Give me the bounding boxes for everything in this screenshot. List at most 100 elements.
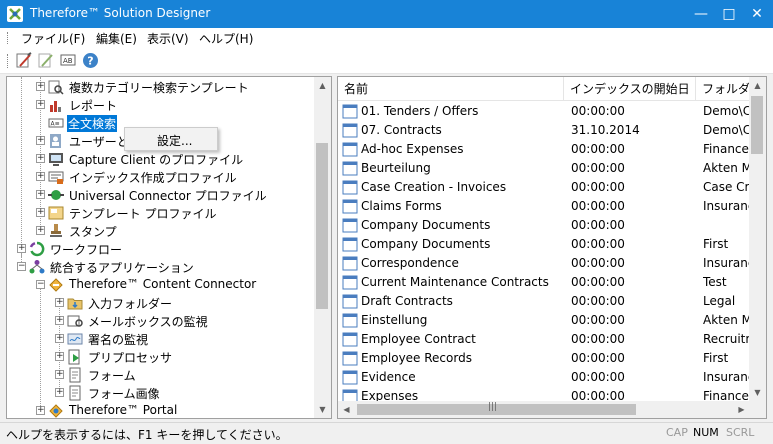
tree-item[interactable]: + 複数カテゴリー検索テンプレート	[7, 78, 317, 96]
collapse-toggle[interactable]: −	[36, 280, 45, 289]
tree-item[interactable]: + 入力フォルダー	[7, 294, 317, 312]
scroll-right-arrow-icon[interactable]: ▶	[733, 401, 750, 418]
tree-item[interactable]: + Therefore™ Portal	[7, 402, 317, 418]
tree-item[interactable]: − Therefore™ Content Connector	[7, 276, 317, 294]
scroll-up-arrow-icon[interactable]: ▲	[749, 77, 766, 94]
table-row[interactable]: Evidence 00:00:00 Insurance	[338, 368, 750, 387]
expand-toggle[interactable]: +	[55, 316, 64, 325]
expand-toggle[interactable]: +	[36, 208, 45, 217]
tree-item[interactable]: + フォーム画像	[7, 384, 317, 402]
table-row[interactable]: Company Documents 00:00:00	[338, 216, 750, 235]
toolbar: AB ?	[0, 48, 773, 74]
scroll-left-arrow-icon[interactable]: ◀	[338, 401, 355, 418]
tree-item[interactable]: + ワークフロー	[7, 240, 317, 258]
tree-item-label: テンプレート プロファイル	[69, 207, 217, 221]
scroll-up-arrow-icon[interactable]: ▲	[314, 77, 331, 94]
cap-indicator: CAP	[666, 426, 688, 439]
tree-item[interactable]: + プリプロセッサ	[7, 348, 317, 366]
menu-file[interactable]: ファイル(F)	[21, 30, 85, 47]
list-view[interactable]: 名前 インデックスの開始日 フォルダ 01. Tenders / Offers 0…	[337, 76, 767, 419]
signature-icon	[67, 333, 83, 345]
expand-toggle[interactable]: +	[55, 334, 64, 343]
tree-item[interactable]: + スタンプ	[7, 222, 317, 240]
help-icon[interactable]: ?	[82, 52, 99, 69]
menu-view[interactable]: 表示(V)	[147, 30, 189, 47]
table-row[interactable]: Case Creation - Invoices 00:00:00 Case Cre	[338, 178, 750, 197]
tree-item[interactable]: + フォーム	[7, 366, 317, 384]
column-header-name[interactable]: 名前	[338, 77, 564, 101]
list-horizontal-scrollbar[interactable]: ◀ ||| ▶	[338, 401, 750, 418]
scrollbar-thumb[interactable]	[316, 143, 328, 309]
expand-toggle[interactable]: +	[36, 172, 45, 181]
table-row[interactable]: Company Documents 00:00:00 First	[338, 235, 750, 254]
cell-name: Claims Forms	[361, 199, 442, 213]
expand-toggle[interactable]: +	[55, 298, 64, 307]
category-folder-icon	[342, 104, 358, 119]
tree-item[interactable]: + メールボックスの監視	[7, 312, 317, 330]
cell-index-start: 00:00:00	[571, 313, 625, 327]
table-row[interactable]: Einstellung 00:00:00 Akten Ma	[338, 311, 750, 330]
table-row[interactable]: 07. Contracts 31.10.2014 Demo\Ca	[338, 121, 750, 140]
list-vertical-scrollbar[interactable]: ▲ ▼	[749, 77, 766, 401]
tree-item[interactable]: + インデックス作成プロファイル	[7, 168, 317, 186]
expand-toggle[interactable]: +	[36, 136, 45, 145]
expand-toggle[interactable]: +	[36, 190, 45, 199]
tree-vertical-scrollbar[interactable]: ▲ ▼	[314, 77, 331, 418]
tree-item[interactable]: + レポート	[7, 96, 317, 114]
status-bar: ヘルプを表示するには、F1 キーを押してください。 CAP NUM SCRL	[0, 422, 773, 444]
menu-help[interactable]: ヘルプ(H)	[199, 30, 253, 47]
cell-name: Company Documents	[361, 237, 491, 251]
tree-item-label: Universal Connector プロファイル	[69, 189, 267, 203]
table-row[interactable]: Ad-hoc Expenses 00:00:00 Finance	[338, 140, 750, 159]
expand-toggle[interactable]: +	[36, 226, 45, 235]
category-folder-icon	[342, 294, 358, 309]
table-row[interactable]: Employee Contract 00:00:00 Recruitm	[338, 330, 750, 349]
collapse-toggle[interactable]: −	[17, 262, 26, 271]
brush-grey-icon[interactable]	[38, 52, 55, 69]
menu-grip[interactable]	[7, 32, 9, 44]
brush-icon[interactable]	[16, 52, 33, 69]
table-row[interactable]: 01. Tenders / Offers 00:00:00 Demo\Ca	[338, 102, 750, 121]
find-icon[interactable]: AB	[60, 52, 77, 69]
tree-item[interactable]: + 署名の監視	[7, 330, 317, 348]
table-row[interactable]: Correspondence 00:00:00 Insurance	[338, 254, 750, 273]
expand-toggle[interactable]: +	[36, 82, 45, 91]
tree-item[interactable]: + Universal Connector プロファイル	[7, 186, 317, 204]
scroll-down-arrow-icon[interactable]: ▼	[749, 384, 766, 401]
tree-item[interactable]: − 統合するアプリケーション	[7, 258, 317, 276]
table-row[interactable]: Current Maintenance Contracts 00:00:00 Tes…	[338, 273, 750, 292]
expand-toggle[interactable]: +	[36, 100, 45, 109]
close-button[interactable]: ✕	[739, 0, 773, 28]
expand-toggle[interactable]: +	[55, 352, 64, 361]
tree-item-label: プリプロセッサ	[88, 351, 173, 365]
report-icon	[50, 101, 61, 112]
svg-text:?: ?	[87, 55, 93, 68]
cell-name: Draft Contracts	[361, 294, 453, 308]
category-folder-icon	[342, 351, 358, 366]
table-row[interactable]: Beurteilung 00:00:00 Akten Ma	[338, 159, 750, 178]
universal-connector-icon	[48, 190, 64, 200]
scrollbar-thumb[interactable]	[751, 96, 763, 154]
expand-toggle[interactable]: +	[36, 154, 45, 163]
tree-item[interactable]: + Capture Client のプロファイル	[7, 150, 317, 168]
toolbar-grip[interactable]	[7, 54, 9, 68]
expand-toggle[interactable]: +	[36, 406, 45, 415]
expand-toggle[interactable]: +	[55, 388, 64, 397]
cell-index-start: 00:00:00	[571, 142, 625, 156]
cell-index-start: 00:00:00	[571, 332, 625, 346]
scroll-down-arrow-icon[interactable]: ▼	[314, 401, 331, 418]
menu-edit[interactable]: 編集(E)	[96, 30, 137, 47]
table-row[interactable]: Employee Records 00:00:00 First	[338, 349, 750, 368]
menu-bar: ファイル(F) 編集(E) 表示(V) ヘルプ(H)	[0, 28, 773, 48]
context-menu-settings[interactable]: 設定...	[157, 132, 192, 149]
table-row[interactable]: Draft Contracts 00:00:00 Legal	[338, 292, 750, 311]
column-header-index-start[interactable]: インデックスの開始日	[564, 77, 696, 101]
category-folder-icon	[342, 142, 358, 157]
expand-toggle[interactable]: +	[17, 244, 26, 253]
table-row[interactable]: Claims Forms 00:00:00 Insurance	[338, 197, 750, 216]
tree-item-label: フォーム	[88, 369, 136, 383]
column-header-folder[interactable]: フォルダ	[696, 77, 750, 101]
expand-toggle[interactable]: +	[55, 370, 64, 379]
tree-item[interactable]: + テンプレート プロファイル	[7, 204, 317, 222]
cell-name: Employee Records	[361, 351, 472, 365]
